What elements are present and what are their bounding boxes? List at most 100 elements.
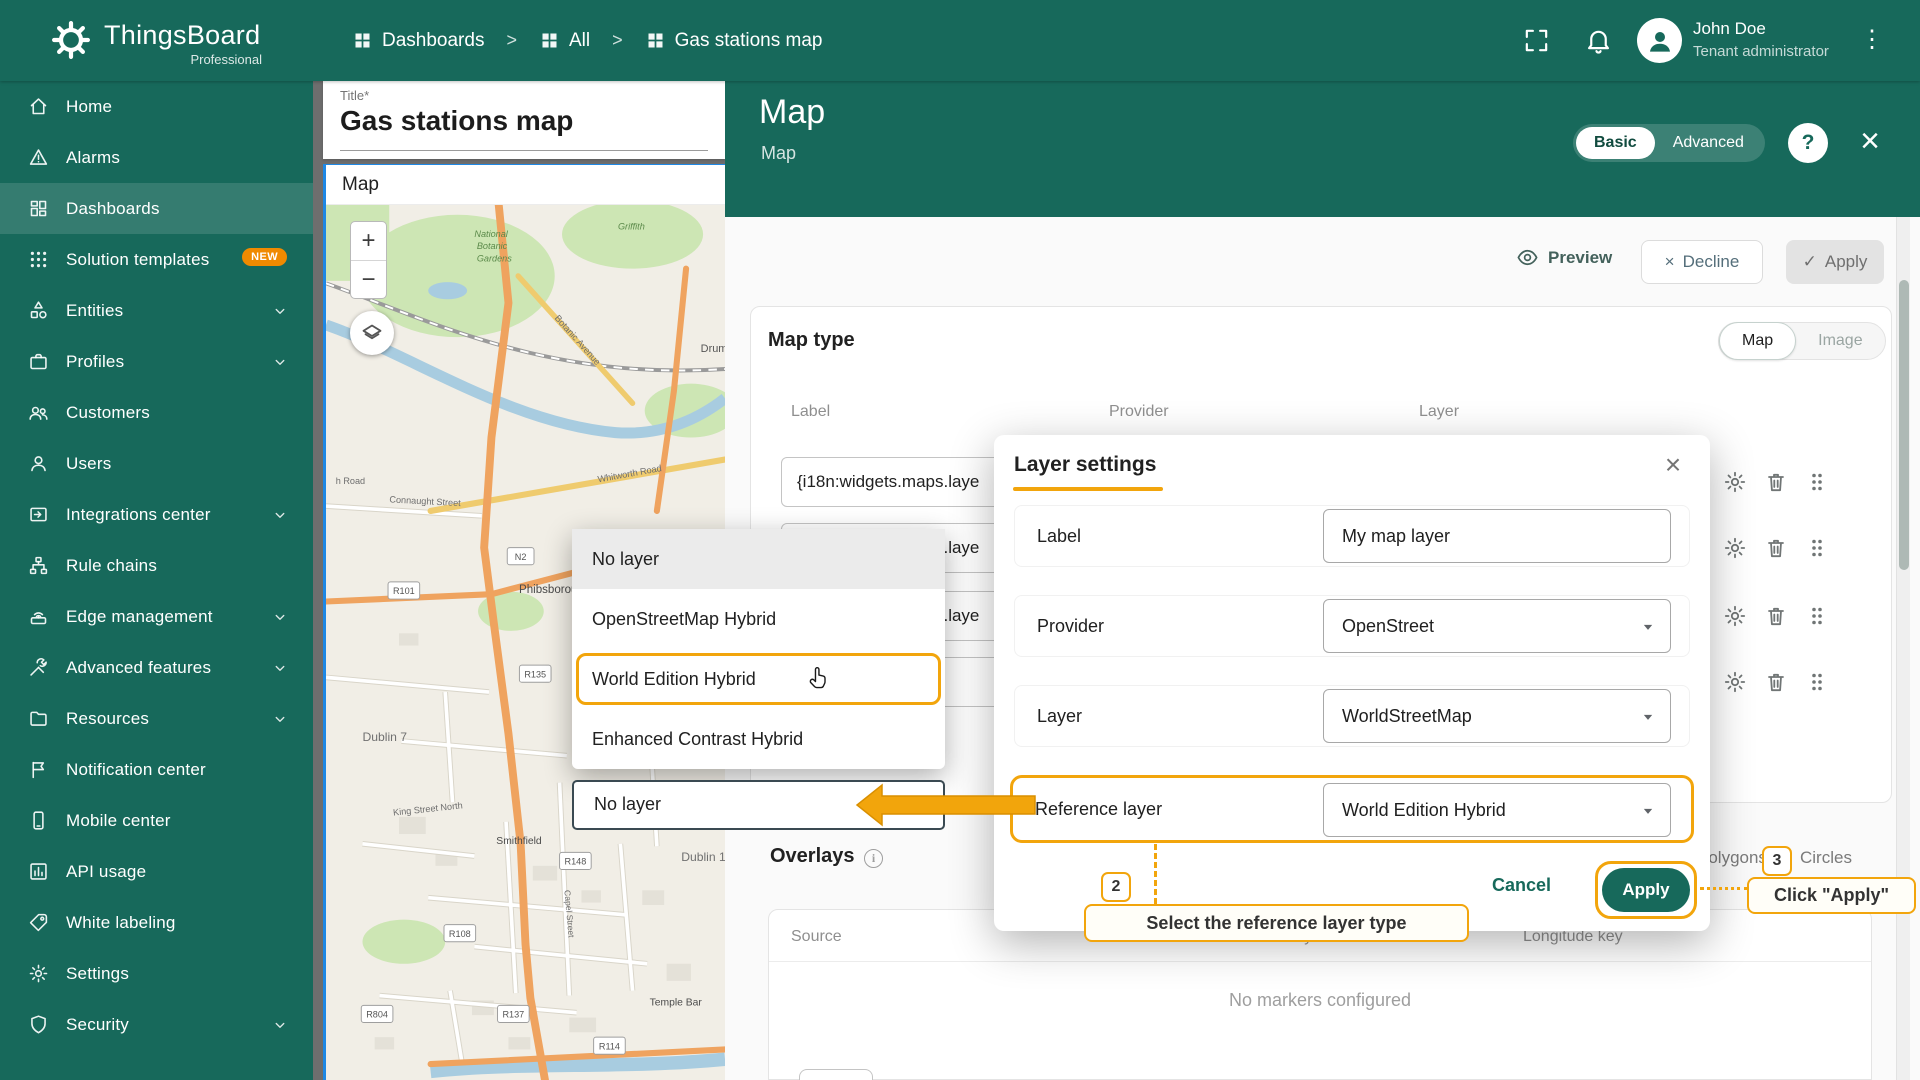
apply-changes-button[interactable]: ✓ Apply: [1786, 240, 1884, 284]
sidebar-item-white-labeling[interactable]: White labeling: [0, 897, 313, 948]
option-enhanced-contrast-hybrid[interactable]: Enhanced Contrast Hybrid: [572, 709, 945, 769]
panel-scrollbar[interactable]: [1896, 217, 1910, 1080]
option-openstreetmap-hybrid[interactable]: OpenStreetMap Hybrid: [572, 589, 945, 649]
map-layers-button[interactable]: [350, 311, 394, 355]
brand-name: ThingsBoard: [104, 20, 260, 51]
sidebar-item-customers[interactable]: Customers: [0, 387, 313, 438]
sidebar-item-security[interactable]: Security: [0, 999, 313, 1050]
sidebar-item-api-usage[interactable]: API usage: [0, 846, 313, 897]
delete-layer-icon[interactable]: [1764, 536, 1788, 560]
provider-select[interactable]: OpenStreet: [1323, 599, 1671, 653]
title-input[interactable]: Gas stations map: [340, 105, 573, 137]
tab-basic[interactable]: Basic: [1576, 127, 1655, 159]
option-world-edition-hybrid[interactable]: World Edition Hybrid: [572, 649, 945, 709]
reference-layer-value: World Edition Hybrid: [1342, 800, 1506, 820]
annotation-dotted-connector: [1700, 887, 1748, 890]
sidebar-item-profiles[interactable]: Profiles: [0, 336, 313, 387]
chevron-down-icon: [271, 1016, 289, 1034]
warning-icon: [28, 147, 49, 168]
drag-handle-icon[interactable]: [1805, 670, 1829, 694]
apply-button[interactable]: Apply: [1602, 868, 1690, 912]
breadcrumb-all[interactable]: All: [539, 30, 590, 52]
annotation-underline: [1013, 487, 1163, 491]
close-panel-icon[interactable]: ×: [1853, 119, 1887, 163]
preview-button[interactable]: Preview: [1516, 246, 1612, 269]
breadcrumb-label: Dashboards: [382, 30, 484, 52]
provider-row: Provider OpenStreet: [1014, 595, 1690, 657]
close-modal-icon[interactable]: ×: [1658, 447, 1688, 483]
breadcrumb-current[interactable]: Gas stations map: [645, 30, 823, 52]
chart-icon: [28, 861, 49, 882]
option-no-layer[interactable]: No layer: [572, 529, 945, 589]
layer-settings-gear-icon[interactable]: [1723, 470, 1747, 494]
sidebar-item-rule-chains[interactable]: Rule chains: [0, 540, 313, 591]
column-provider: Provider: [1109, 403, 1169, 421]
tab-circles[interactable]: Circles: [1800, 848, 1852, 868]
notifications-bell-icon[interactable]: [1584, 26, 1613, 55]
sidebar-item-edge-management[interactable]: Edge management: [0, 591, 313, 642]
provider-value: OpenStreet: [1342, 616, 1434, 636]
scrollbar-thumb[interactable]: [1899, 280, 1909, 570]
widget-header-title: Map: [342, 174, 379, 196]
brand-subtitle: Professional: [104, 52, 262, 67]
breadcrumb-dashboards[interactable]: Dashboards: [352, 30, 484, 52]
help-button[interactable]: ?: [1788, 123, 1828, 163]
zoom-out-button[interactable]: −: [351, 261, 386, 299]
toggle-map[interactable]: Map: [1719, 322, 1796, 360]
drag-handle-icon[interactable]: [1805, 604, 1829, 628]
user-avatar[interactable]: [1637, 18, 1682, 63]
add-marker-button-clipped[interactable]: [799, 1069, 873, 1080]
sidebar-item-home[interactable]: Home: [0, 81, 313, 132]
label-tag-icon: [28, 912, 49, 933]
sidebar-item-advanced-features[interactable]: Advanced features: [0, 642, 313, 693]
map-place-label: Smithfield: [496, 836, 542, 847]
tab-advanced[interactable]: Advanced: [1655, 127, 1762, 159]
drag-handle-icon[interactable]: [1805, 536, 1829, 560]
sidebar-item-label: Profiles: [66, 352, 124, 372]
map-place-label: Drum: [701, 343, 725, 355]
route-badge: R804: [366, 1010, 388, 1020]
drag-handle-icon[interactable]: [1805, 470, 1829, 494]
sidebar-item-users[interactable]: Users: [0, 438, 313, 489]
integration-icon: [28, 504, 49, 525]
sidebar-item-solution-templates[interactable]: Solution templates NEW: [0, 234, 313, 285]
sidebar-item-alarms[interactable]: Alarms: [0, 132, 313, 183]
sidebar-item-label: Advanced features: [66, 658, 211, 678]
layer-settings-gear-icon[interactable]: [1723, 536, 1747, 560]
delete-layer-icon[interactable]: [1764, 670, 1788, 694]
cancel-button[interactable]: Cancel: [1492, 875, 1551, 896]
layer-select[interactable]: WorldStreetMap: [1323, 689, 1671, 743]
route-badge: R108: [449, 929, 471, 939]
chevron-down-icon: [1638, 617, 1658, 637]
sidebar-item-mobile-center[interactable]: Mobile center: [0, 795, 313, 846]
kebab-menu-icon[interactable]: ⋮: [1860, 24, 1884, 56]
fullscreen-icon[interactable]: [1522, 26, 1551, 55]
sidebar-item-settings[interactable]: Settings: [0, 948, 313, 999]
layer-settings-gear-icon[interactable]: [1723, 670, 1747, 694]
sidebar-item-label: Mobile center: [66, 811, 171, 831]
toggle-image[interactable]: Image: [1796, 323, 1884, 359]
sidebar-item-label: Security: [66, 1015, 129, 1035]
layer-settings-gear-icon[interactable]: [1723, 604, 1747, 628]
breadcrumb-label: All: [569, 30, 590, 52]
delete-layer-icon[interactable]: [1764, 470, 1788, 494]
sidebar-item-resources[interactable]: Resources: [0, 693, 313, 744]
reference-layer-select[interactable]: World Edition Hybrid: [1323, 783, 1671, 837]
sidebar-item-label: API usage: [66, 862, 146, 882]
label-input[interactable]: My map layer: [1323, 509, 1671, 563]
layers-icon: [360, 321, 384, 345]
decline-button[interactable]: × Decline: [1641, 240, 1763, 284]
map-image-toggle: Map Image: [1718, 322, 1886, 360]
user-name: John Doe: [1693, 19, 1766, 39]
zoom-in-button[interactable]: +: [351, 222, 386, 261]
sidebar-item-entities[interactable]: Entities: [0, 285, 313, 336]
sidebar-item-label: Home: [66, 97, 112, 117]
delete-layer-icon[interactable]: [1764, 604, 1788, 628]
folder-icon: [28, 708, 49, 729]
smartphone-icon: [28, 810, 49, 831]
sidebar-item-notification-center[interactable]: Notification center: [0, 744, 313, 795]
sidebar-item-dashboards[interactable]: Dashboards: [0, 183, 313, 234]
label-row: Label My map layer: [1014, 505, 1690, 567]
sidebar-item-integrations-center[interactable]: Integrations center: [0, 489, 313, 540]
decline-button-label: Decline: [1683, 252, 1740, 272]
